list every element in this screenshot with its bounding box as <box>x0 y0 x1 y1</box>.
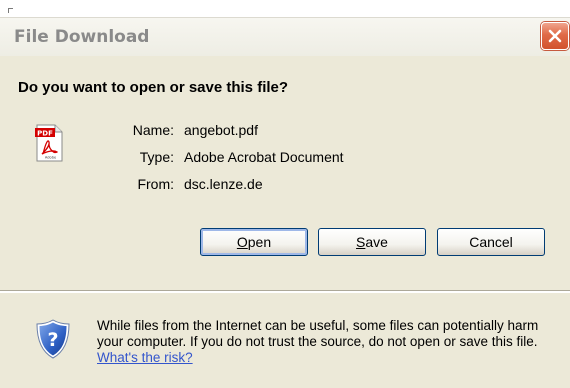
open-mnemonic: O <box>236 234 248 250</box>
from-label: From: <box>137 176 174 192</box>
warning-panel: ? While files from the Internet can be u… <box>0 293 570 388</box>
save-label: ave <box>365 234 388 250</box>
file-type-row: Type: Adobe Acrobat Document <box>0 149 400 171</box>
window-title: File Download <box>14 27 150 47</box>
shield-question-icon: ? <box>36 319 70 359</box>
svg-text:?: ? <box>47 329 58 351</box>
close-icon <box>548 29 562 43</box>
save-mnemonic: S <box>356 234 366 250</box>
close-button[interactable] <box>541 22 569 50</box>
from-value: dsc.lenze.de <box>184 176 263 192</box>
cancel-label: Cancel <box>469 234 513 250</box>
file-source-row: From: dsc.lenze.de <box>0 176 400 198</box>
dialog-question: Do you want to open or save this file? <box>18 79 289 96</box>
title-bar[interactable]: File Download <box>0 17 570 57</box>
save-button[interactable]: Save <box>318 228 426 256</box>
name-value: angebot.pdf <box>184 122 258 138</box>
open-button[interactable]: Open <box>200 228 308 256</box>
warning-message: While files from the Internet can be use… <box>97 318 539 349</box>
risk-link[interactable]: What's the risk? <box>97 350 193 365</box>
warning-text: While files from the Internet can be use… <box>97 318 557 366</box>
type-label: Type: <box>139 149 174 165</box>
name-label: Name: <box>132 122 174 138</box>
file-name-row: Name: angebot.pdf <box>0 122 400 144</box>
type-value: Adobe Acrobat Document <box>184 149 344 165</box>
cancel-button[interactable]: Cancel <box>437 228 545 256</box>
open-label: pen <box>247 234 272 250</box>
dialog-body: Do you want to open or save this file? P… <box>0 56 570 290</box>
window-frame-corner <box>8 8 13 13</box>
